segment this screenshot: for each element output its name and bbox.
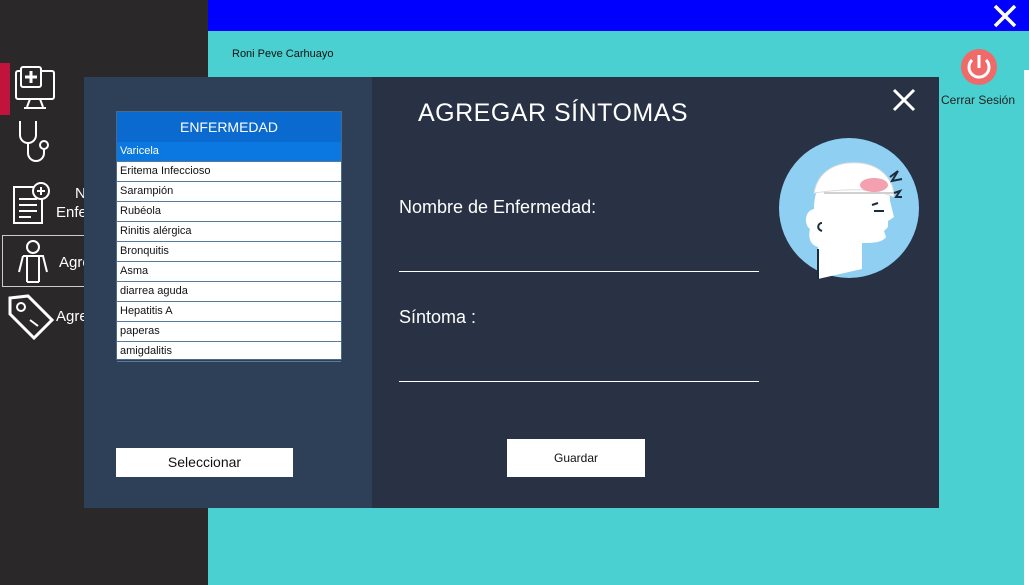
sidebar-item-label: Enfe [56,204,87,221]
title-bar [208,0,1029,31]
disease-name-input[interactable] [399,241,759,272]
select-button[interactable]: Seleccionar [116,448,293,477]
document-add-icon [13,182,50,224]
close-icon[interactable] [891,87,917,113]
disease-list-header: ENFERMEDAD [117,112,341,142]
body-icon [18,240,48,283]
disease-list-item[interactable]: Bronquitis [117,242,341,262]
disease-list-item[interactable]: Asma [117,262,341,282]
disease-list-item[interactable]: Rubéola [117,202,341,222]
symptom-input[interactable] [399,351,759,382]
power-icon[interactable] [959,47,999,87]
disease-list-item[interactable]: diarrea aguda [117,282,341,302]
disease-list-item[interactable]: Rinitis alérgica [117,222,341,242]
disease-list-item[interactable]: Hepatitis A [117,302,341,322]
stethoscope-icon [19,121,49,162]
disease-list-item[interactable]: paperas [117,322,341,342]
disease-list[interactable]: ENFERMEDAD Varicela Eritema Infeccioso Sar… [116,111,342,362]
symptom-label: Síntoma : [399,307,477,327]
add-symptoms-dialog: ENFERMEDAD Varicela Eritema Infeccioso Sar… [84,77,939,508]
window-edge [1024,70,1029,585]
close-icon[interactable] [991,2,1019,30]
dialog-left-panel: ENFERMEDAD Varicela Eritema Infeccioso Sar… [84,77,372,508]
sidebar-item-label: Agre [56,308,88,325]
disease-list-item[interactable]: amigdalitis [117,342,341,362]
headache-illustration [779,138,919,279]
save-button[interactable]: Guardar [507,439,645,477]
logout-label[interactable]: Cerrar Sesión [941,93,1015,107]
dialog-title: AGREGAR SÍNTOMAS [418,99,689,127]
medical-monitor-icon [15,66,55,109]
user-name: Roni Peve Carhuayo [232,48,334,60]
disease-list-item[interactable]: Eritema Infeccioso [117,162,341,182]
tag-icon [8,294,55,340]
disease-list-item[interactable]: Sarampión [117,182,341,202]
disease-list-item[interactable]: Varicela [117,142,341,162]
disease-name-label: Nombre de Enfermedad: [399,197,597,217]
